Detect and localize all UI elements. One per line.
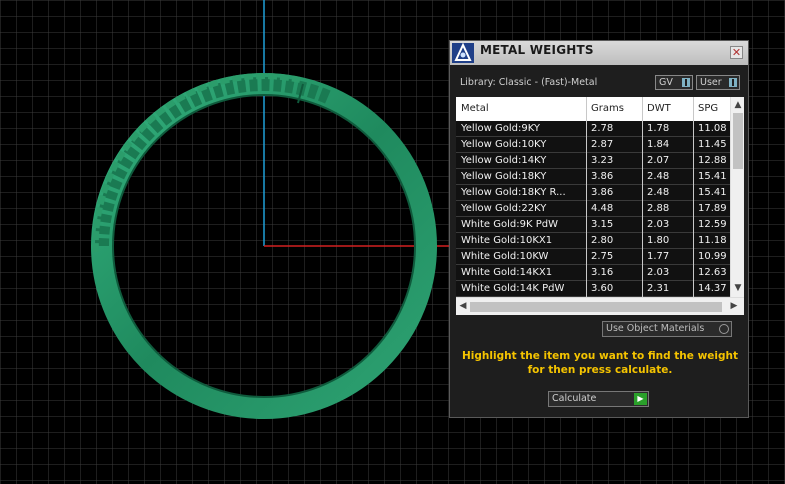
dwt-cell: 2.48	[647, 171, 670, 182]
metal-weights-panel: METAL WEIGHTS ✕ Library: Classic - (Fast…	[449, 40, 749, 418]
grams-cell: 4.48	[591, 203, 614, 214]
dwt-cell: 2.48	[647, 187, 670, 198]
column-header-spg[interactable]: SPG	[698, 103, 718, 114]
horizontal-scroll-thumb[interactable]	[470, 302, 722, 312]
table-header: Metal Grams DWT SPG	[456, 97, 730, 121]
user-toggle[interactable]: User	[696, 75, 740, 90]
horizontal-scrollbar[interactable]: ◀ ▶	[456, 297, 744, 315]
play-icon: ▶	[634, 393, 647, 405]
chevron-down-icon[interactable]: ▼	[732, 281, 744, 295]
vertical-scroll-thumb[interactable]	[733, 113, 743, 169]
toggle-indicator-icon	[729, 78, 737, 87]
grams-cell: 3.16	[591, 267, 614, 278]
table-row[interactable]: White Gold:14KX1 3.16 2.03 12.63	[456, 265, 730, 281]
grams-cell: 2.80	[591, 235, 614, 246]
calculate-label: Calculate	[552, 393, 597, 404]
table-row[interactable]: White Gold:14K PdW 3.60 2.31 14.37	[456, 281, 730, 297]
column-header-metal[interactable]: Metal	[461, 103, 489, 114]
column-header-grams[interactable]: Grams	[591, 103, 624, 114]
table-row[interactable]: White Gold:10KX1 2.80 1.80 11.18	[456, 233, 730, 249]
panel-titlebar[interactable]: METAL WEIGHTS ✕	[450, 41, 748, 65]
dwt-cell: 1.78	[647, 123, 670, 134]
table-row[interactable]: White Gold:10KW 2.75 1.77 10.99	[456, 249, 730, 265]
metal-cell: Yellow Gold:10KY	[461, 139, 547, 150]
metal-cell: Yellow Gold:22KY	[461, 203, 547, 214]
metal-table: Metal Grams DWT SPG Yellow Gold:9KY 2.78 1…	[456, 97, 744, 315]
column-header-dwt[interactable]: DWT	[647, 103, 671, 114]
table-row[interactable]: Yellow Gold:10KY 2.87 1.84 11.45	[456, 137, 730, 153]
app-logo-icon	[452, 43, 474, 63]
panel-title: METAL WEIGHTS	[480, 43, 594, 57]
metal-cell: Yellow Gold:14KY	[461, 155, 547, 166]
dwt-cell: 1.77	[647, 251, 670, 262]
user-toggle-label: User	[700, 77, 722, 88]
grams-cell: 2.75	[591, 251, 614, 262]
table-row[interactable]: Yellow Gold:9KY 2.78 1.78 11.08	[456, 121, 730, 137]
close-icon[interactable]: ✕	[730, 46, 743, 59]
metal-cell: White Gold:9K PdW	[461, 219, 558, 230]
toggle-indicator-icon	[682, 78, 690, 87]
chevron-up-icon[interactable]: ▲	[732, 98, 744, 112]
dwt-cell: 2.88	[647, 203, 670, 214]
instruction-text: Highlight the item you want to find the …	[462, 350, 738, 376]
metal-cell: White Gold:10KX1	[461, 235, 553, 246]
grams-cell: 3.86	[591, 187, 614, 198]
metal-cell: White Gold:10KW	[461, 251, 549, 262]
grams-cell: 3.86	[591, 171, 614, 182]
vertical-scrollbar[interactable]: ▲ ▼	[730, 97, 744, 297]
grams-cell: 3.60	[591, 283, 614, 294]
use-object-materials-label: Use Object Materials	[606, 323, 705, 334]
dwt-cell: 1.84	[647, 139, 670, 150]
metal-cell: White Gold:14K PdW	[461, 283, 565, 294]
metal-cell: Yellow Gold:18KY R...	[461, 187, 566, 198]
radio-icon[interactable]	[719, 324, 729, 334]
table-row[interactable]: Yellow Gold:18KY R... 3.86 2.48 15.41	[456, 185, 730, 201]
grams-cell: 3.15	[591, 219, 614, 230]
metal-cell: Yellow Gold:18KY	[461, 171, 547, 182]
metal-cell: Yellow Gold:9KY	[461, 123, 540, 134]
chevron-left-icon[interactable]: ◀	[457, 299, 469, 313]
table-row[interactable]: Yellow Gold:18KY 3.86 2.48 15.41	[456, 169, 730, 185]
dwt-cell: 1.80	[647, 235, 670, 246]
table-row[interactable]: White Gold:9K PdW 3.15 2.03 12.59	[456, 217, 730, 233]
column-divider	[586, 97, 587, 297]
metal-cell: White Gold:14KX1	[461, 267, 553, 278]
library-label: Library: Classic - (Fast)-Metal	[460, 77, 598, 88]
calculate-button[interactable]: Calculate ▶	[548, 391, 649, 407]
grams-cell: 3.23	[591, 155, 614, 166]
use-object-materials-option[interactable]: Use Object Materials	[602, 321, 732, 337]
gv-toggle[interactable]: GV	[655, 75, 693, 90]
grams-cell: 2.87	[591, 139, 614, 150]
column-divider	[642, 97, 643, 297]
table-row[interactable]: Yellow Gold:14KY 3.23 2.07 12.88	[456, 153, 730, 169]
dwt-cell: 2.03	[647, 219, 670, 230]
grams-cell: 2.78	[591, 123, 614, 134]
table-body: Yellow Gold:9KY 2.78 1.78 11.08 Yellow Gold:…	[456, 121, 730, 297]
table-row[interactable]: Yellow Gold:22KY 4.48 2.88 17.89	[456, 201, 730, 217]
gv-toggle-label: GV	[659, 77, 673, 88]
dwt-cell: 2.07	[647, 155, 670, 166]
dwt-cell: 2.03	[647, 267, 670, 278]
chevron-right-icon[interactable]: ▶	[728, 299, 740, 313]
column-divider	[693, 97, 694, 297]
dwt-cell: 2.31	[647, 283, 670, 294]
